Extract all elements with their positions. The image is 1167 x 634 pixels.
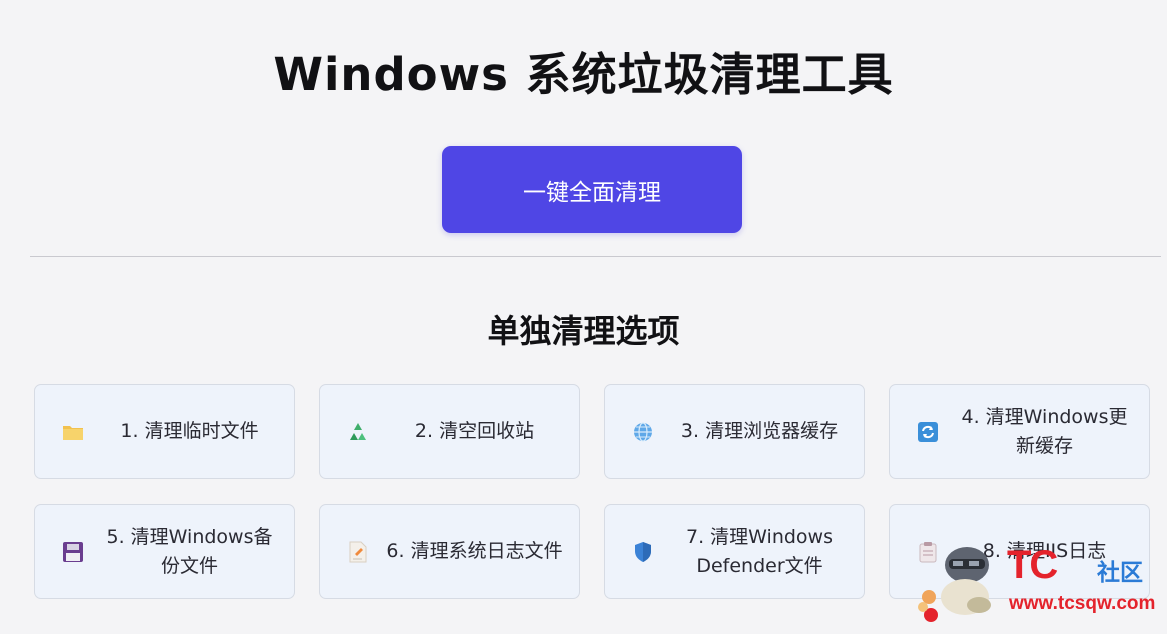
- folder-icon: [61, 420, 85, 444]
- clean-windows-defender-files-button[interactable]: 7. 清理Windows Defender文件: [604, 504, 865, 599]
- option-label: 4. 清理Windows更新缓存: [961, 405, 1128, 457]
- shield-icon: [631, 540, 655, 564]
- section-divider: [30, 256, 1161, 257]
- page-title: Windows 系统垃圾清理工具: [273, 48, 894, 101]
- clean-temp-files-button[interactable]: 1. 清理临时文件: [34, 384, 295, 479]
- options-grid: 1. 清理临时文件 2. 清空回收站 3. 清理浏览器缓存 4. 清理Windo…: [34, 384, 1150, 599]
- clean-iis-logs-button[interactable]: 8. 清理IIS日志: [889, 504, 1150, 599]
- section-title: 单独清理选项: [487, 312, 680, 350]
- option-label: 1. 清理临时文件: [120, 420, 259, 442]
- clean-windows-backup-files-button[interactable]: 5. 清理Windows备份文件: [34, 504, 295, 599]
- empty-recycle-bin-button[interactable]: 2. 清空回收站: [319, 384, 580, 479]
- option-label: 6. 清理系统日志文件: [386, 540, 563, 562]
- clean-all-button[interactable]: 一键全面清理: [442, 146, 742, 233]
- clean-system-logs-button[interactable]: 6. 清理系统日志文件: [319, 504, 580, 599]
- clean-browser-cache-button[interactable]: 3. 清理浏览器缓存: [604, 384, 865, 479]
- option-label: 2. 清空回收站: [414, 420, 535, 442]
- globe-icon: [631, 420, 655, 444]
- clipboard-icon: [916, 540, 940, 564]
- document-icon: [346, 540, 370, 564]
- update-icon: [916, 420, 940, 444]
- option-label: 5. 清理Windows备份文件: [106, 525, 273, 577]
- option-label: 8. 清理IIS日志: [982, 540, 1107, 562]
- option-label: 7. 清理Windows Defender文件: [686, 525, 833, 577]
- floppy-disk-icon: [61, 540, 85, 564]
- clean-windows-update-cache-button[interactable]: 4. 清理Windows更新缓存: [889, 384, 1150, 479]
- option-label: 3. 清理浏览器缓存: [680, 420, 839, 442]
- recycle-icon: [346, 420, 370, 444]
